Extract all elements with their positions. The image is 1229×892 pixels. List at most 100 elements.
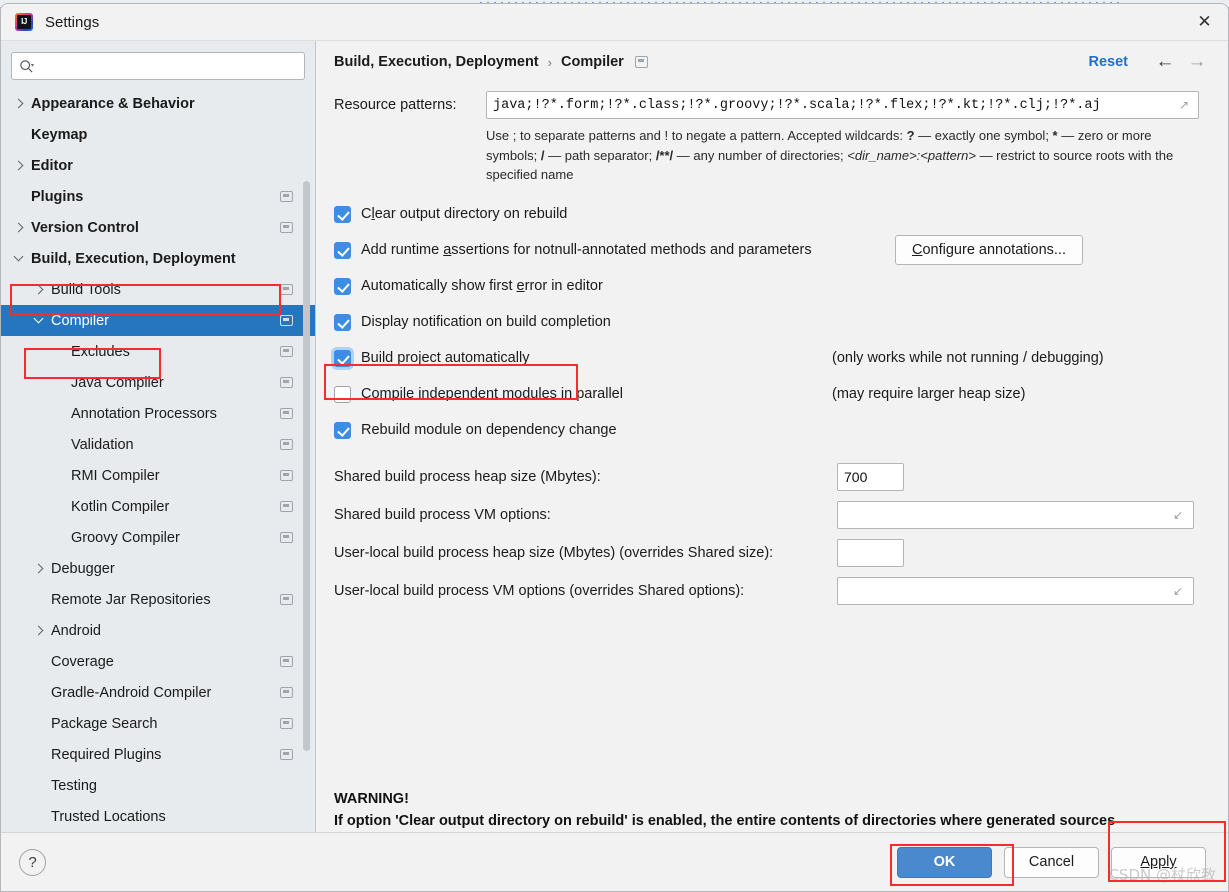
- resource-patterns-input[interactable]: [487, 92, 1198, 118]
- sidebar-item-gradle-android-compiler[interactable]: Gradle-Android Compiler: [1, 677, 315, 708]
- checkbox-row-compile-independent-modules-in-parallel: Compile independent modules in parallel (…: [334, 379, 1208, 410]
- chevron-right-icon[interactable]: [33, 624, 46, 637]
- expand-icon[interactable]: ↙: [1173, 508, 1187, 522]
- sidebar-item-testing[interactable]: Testing: [1, 770, 315, 801]
- sidebar-item-debugger[interactable]: Debugger: [1, 553, 315, 584]
- warning-line-1: WARNING!: [334, 791, 409, 807]
- footer-button-group: OK Cancel Apply: [897, 846, 1206, 878]
- intellij-idea-icon: [15, 13, 33, 31]
- chevron-right-icon[interactable]: [33, 562, 46, 575]
- search-input[interactable]: [37, 57, 297, 75]
- sidebar-item-android[interactable]: Android: [1, 615, 315, 646]
- sidebar-item-package-search[interactable]: Package Search: [1, 708, 315, 739]
- input-user-local-build-process-heap-size-mbytes-overri[interactable]: [837, 538, 904, 567]
- sidebar-item-label: Annotation Processors: [71, 405, 217, 422]
- chevron-right-icon[interactable]: [13, 97, 26, 110]
- sidebar-item-remote-jar-repositories[interactable]: Remote Jar Repositories: [1, 584, 315, 615]
- sidebar-item-coverage[interactable]: Coverage: [1, 646, 315, 677]
- sidebar-item-label: Java Compiler: [71, 374, 164, 391]
- input-shared-build-process-vm-options[interactable]: ↙: [837, 500, 1194, 529]
- chevron-right-icon[interactable]: [13, 221, 26, 234]
- checkbox-note: (may require larger heap size): [832, 386, 1026, 402]
- chevron-down-icon[interactable]: [33, 314, 46, 327]
- help-button[interactable]: ?: [19, 848, 46, 876]
- sidebar-item-groovy-compiler[interactable]: Groovy Compiler: [1, 522, 315, 553]
- project-scope-badge-icon: [280, 594, 293, 605]
- sidebar-item-java-compiler[interactable]: Java Compiler: [1, 367, 315, 398]
- checkbox-label[interactable]: Compile independent modules in parallel: [361, 386, 623, 402]
- ok-button[interactable]: OK: [897, 846, 992, 878]
- checkbox-label[interactable]: Build project automatically: [361, 350, 529, 366]
- settings-tree: Appearance & Behavior Keymap Editor Plugins…: [1, 88, 315, 832]
- chevron-right-icon[interactable]: [13, 159, 26, 172]
- input-field[interactable]: [838, 539, 903, 566]
- sidebar-item-plugins[interactable]: Plugins: [1, 181, 315, 212]
- apply-button[interactable]: Apply: [1111, 846, 1206, 878]
- project-scope-badge-icon: [280, 687, 293, 698]
- sidebar-item-label: Appearance & Behavior: [31, 95, 195, 112]
- sidebar-item-compiler[interactable]: Compiler: [1, 305, 315, 336]
- resource-patterns-field[interactable]: ↗: [486, 91, 1199, 119]
- expand-icon[interactable]: ↙: [1173, 584, 1187, 598]
- input-shared-build-process-heap-size-mbytes[interactable]: [837, 462, 904, 491]
- arrow-left-icon[interactable]: ←: [1152, 49, 1178, 75]
- sidebar-item-appearance-behavior[interactable]: Appearance & Behavior: [1, 88, 315, 119]
- warning-line-2: If option 'Clear output directory on reb…: [334, 813, 1116, 830]
- input-user-local-build-process-vm-options-overrides-sh[interactable]: ↙: [837, 576, 1194, 605]
- breadcrumb-root[interactable]: Build, Execution, Deployment: [334, 54, 539, 70]
- warning-text: WARNING! If option 'Clear output directo…: [334, 788, 1204, 832]
- configure-annotations-button[interactable]: Configure annotations...: [895, 234, 1083, 265]
- sidebar-item-rmi-compiler[interactable]: RMI Compiler: [1, 460, 315, 491]
- sidebar-scrollbar-thumb[interactable]: [303, 181, 310, 751]
- input-field[interactable]: [838, 577, 1193, 604]
- chevron-right-icon[interactable]: [33, 283, 46, 296]
- checkbox-display-notification-on-build-completion[interactable]: [334, 313, 351, 331]
- cancel-button[interactable]: Cancel: [1004, 846, 1099, 878]
- input-field[interactable]: [838, 463, 903, 490]
- checkbox-label[interactable]: Automatically show first error in editor: [361, 278, 603, 294]
- checkbox-add-runtime-assertions-for-notnull-annotated-met[interactable]: [334, 241, 351, 259]
- checkbox-label[interactable]: Display notification on build completion: [361, 314, 611, 330]
- input-field[interactable]: [838, 501, 1193, 528]
- project-scope-badge-icon: [280, 222, 293, 233]
- field-control: ↙: [837, 500, 1194, 529]
- field-row-shared-build-process-heap-size-mbytes: Shared build process heap size (Mbytes):: [334, 458, 1208, 496]
- checkbox-rebuild-module-on-dependency-change[interactable]: [334, 421, 351, 439]
- sidebar-item-keymap[interactable]: Keymap: [1, 119, 315, 150]
- project-scope-badge-icon: [280, 718, 293, 729]
- sidebar-item-label: Remote Jar Repositories: [51, 591, 211, 608]
- checkbox-label[interactable]: Clear output directory on rebuild: [361, 206, 567, 222]
- close-icon[interactable]: ✕: [1181, 4, 1228, 40]
- checkbox-clear-output-directory-on-rebuild[interactable]: [334, 205, 351, 223]
- checkbox-label[interactable]: Add runtime assertions for notnull-annot…: [361, 242, 812, 258]
- sidebar-item-build-tools[interactable]: Build Tools: [1, 274, 315, 305]
- checkbox-row-automatically-show-first-error-in-editor: Automatically show first error in editor: [334, 271, 1208, 302]
- sidebar-item-version-control[interactable]: Version Control: [1, 212, 315, 243]
- arrow-right-icon[interactable]: →: [1184, 49, 1210, 75]
- sidebar-item-label: Groovy Compiler: [71, 529, 180, 546]
- sidebar-scrollbar-track[interactable]: [303, 87, 313, 824]
- sidebar-item-trusted-locations[interactable]: Trusted Locations: [1, 801, 315, 832]
- sidebar-item-editor[interactable]: Editor: [1, 150, 315, 181]
- sidebar-item-kotlin-compiler[interactable]: Kotlin Compiler: [1, 491, 315, 522]
- field-control: [837, 538, 904, 567]
- sidebar-item-build-execution-deployment[interactable]: Build, Execution, Deployment: [1, 243, 315, 274]
- checkbox-automatically-show-first-error-in-editor[interactable]: [334, 277, 351, 295]
- checkbox-compile-independent-modules-in-parallel[interactable]: [334, 385, 351, 403]
- checkbox-build-project-automatically[interactable]: [334, 349, 351, 367]
- checkbox-label[interactable]: Rebuild module on dependency change: [361, 422, 617, 438]
- sidebar-item-excludes[interactable]: Excludes: [1, 336, 315, 367]
- reset-link[interactable]: Reset: [1089, 54, 1129, 70]
- expand-icon[interactable]: ↗: [1179, 98, 1193, 112]
- search-box[interactable]: [11, 52, 305, 80]
- project-scope-badge-icon: [280, 656, 293, 667]
- project-scope-badge-icon: [280, 315, 293, 326]
- sidebar-item-label: Build, Execution, Deployment: [31, 250, 236, 267]
- sidebar-item-required-plugins[interactable]: Required Plugins: [1, 739, 315, 770]
- sidebar-item-annotation-processors[interactable]: Annotation Processors: [1, 398, 315, 429]
- chevron-down-icon[interactable]: [13, 252, 26, 265]
- sidebar-item-validation[interactable]: Validation: [1, 429, 315, 460]
